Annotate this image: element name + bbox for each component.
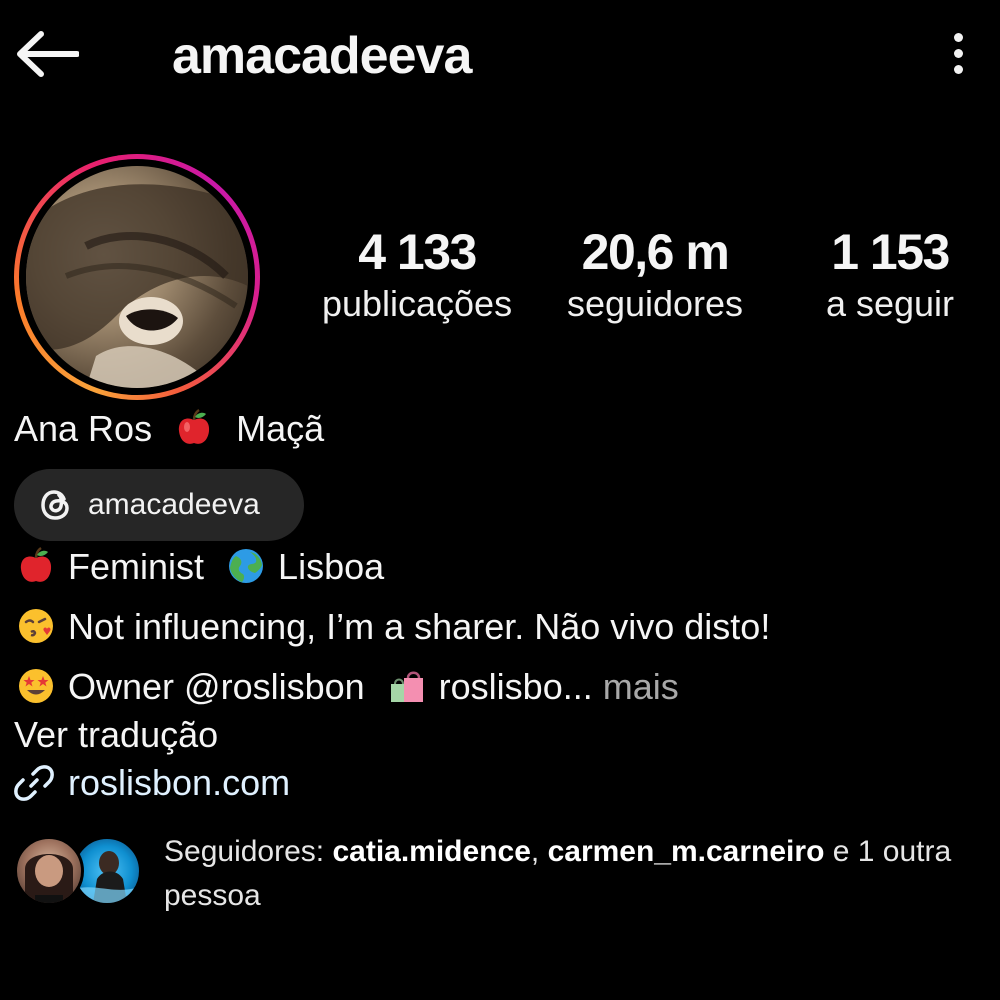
face-blowing-kiss-emoji-icon — [19, 609, 53, 643]
stat-posts[interactable]: 4 133 publicações — [304, 222, 530, 326]
bio-line-3: Owner @roslisbon roslisbo... mais — [14, 664, 679, 710]
threads-profile-link[interactable]: amacadeeva — [14, 469, 304, 541]
follower-name-2[interactable]: carmen_m.carneiro — [548, 835, 825, 868]
follower-avatar-1[interactable] — [14, 836, 84, 906]
threads-handle: amacadeeva — [88, 488, 260, 521]
followers-label: seguidores — [566, 283, 744, 324]
following-count: 1 153 — [831, 224, 950, 280]
apple-emoji-icon — [179, 408, 210, 444]
threads-icon — [41, 490, 69, 520]
arrow-left-icon — [17, 31, 79, 77]
globe-emoji-icon — [229, 549, 264, 583]
avatar-story-ring[interactable] — [14, 154, 260, 400]
follower-name-1[interactable]: catia.midence — [332, 835, 530, 868]
page-title-username: amacadeeva — [172, 27, 472, 85]
display-name: Ana Ros Maçã — [14, 408, 325, 449]
see-translation-link[interactable]: Ver tradução — [14, 712, 218, 758]
followers-count: 20,6 m — [581, 224, 730, 280]
avatar — [26, 166, 248, 388]
website-link[interactable]: roslisbon.com — [14, 760, 290, 806]
bio-mention-roslisbon[interactable]: Owner @roslisbon — [68, 666, 365, 707]
stat-following[interactable]: 1 153 a seguir — [800, 222, 980, 326]
bio-line-1: Feminist Lisboa — [14, 544, 384, 590]
stat-followers[interactable]: 20,6 m seguidores — [545, 222, 765, 326]
more-options-button[interactable] — [936, 26, 980, 80]
follower-avatar-drawing — [75, 851, 139, 903]
more-vertical-icon-dot — [953, 32, 963, 42]
avatar-photo-drawing — [26, 184, 248, 388]
followed-by-text: Seguidores: catia.midence, carmen_m.carn… — [164, 835, 952, 912]
website-url: roslisbon.com — [68, 762, 291, 803]
following-label: a seguir — [825, 283, 955, 324]
apple-emoji-icon — [20, 546, 52, 582]
star-struck-emoji-icon — [19, 669, 53, 703]
more-vertical-icon-dot — [953, 64, 963, 74]
follower-avatar-drawing — [25, 854, 73, 903]
back-button[interactable] — [10, 22, 84, 86]
link-icon — [14, 765, 54, 801]
bio-line-2: Not influencing, I’m a sharer. Não vivo … — [14, 604, 770, 650]
shopping-bags-emoji-icon — [390, 671, 423, 702]
posts-label: publicações — [321, 283, 513, 324]
more-vertical-icon-dot — [953, 48, 963, 58]
posts-count: 4 133 — [358, 224, 477, 280]
bio-more-link[interactable]: mais — [603, 666, 679, 707]
